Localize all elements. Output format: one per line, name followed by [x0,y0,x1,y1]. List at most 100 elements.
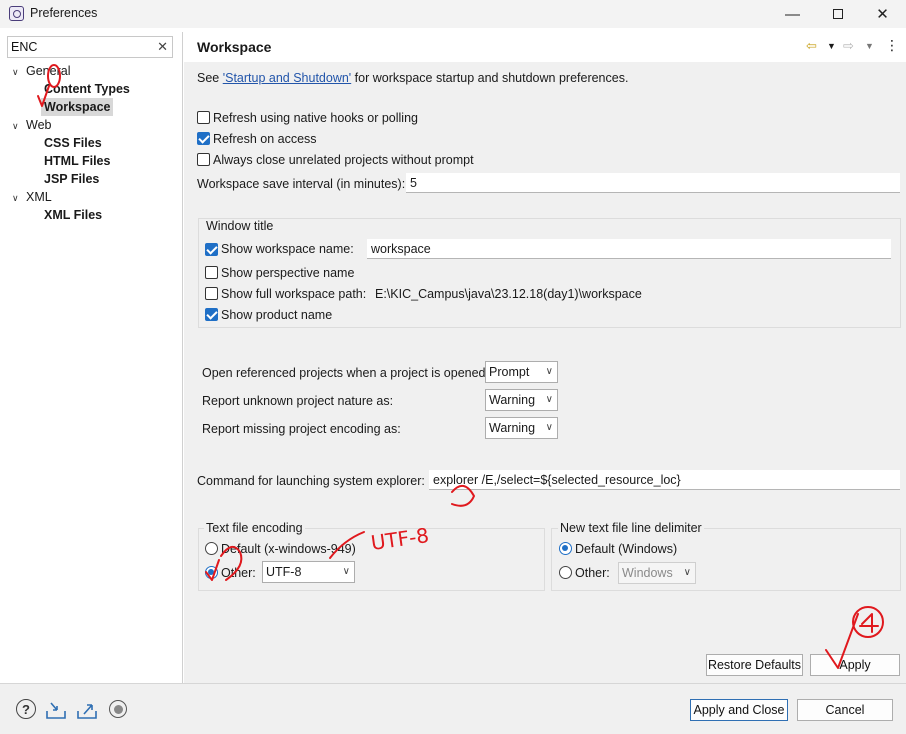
startup-shutdown-link[interactable]: 'Startup and Shutdown' [223,71,351,85]
restore-defaults-button[interactable]: Restore Defaults [706,654,803,676]
export-icon[interactable] [76,700,98,722]
explorer-command-label: Command for launching system explorer: [197,474,425,488]
record-icon[interactable] [109,700,127,718]
tree-item-label: XML [26,190,52,204]
tree-item-label: XML Files [44,208,103,222]
filter-field[interactable]: ✕ [7,36,173,58]
show-full-path-checkbox[interactable] [205,287,218,300]
encoding-default-radio[interactable] [205,542,218,555]
line-delimiter-group-label: New text file line delimiter [558,521,704,535]
show-full-path-label: Show full workspace path: [221,287,367,301]
chevron-down-icon[interactable]: ∨ [12,189,22,207]
apply-button[interactable]: Apply [810,654,900,676]
back-arrow-icon[interactable]: ⇦ [806,38,817,54]
tree-item-general[interactable]: ∨ General [12,62,70,80]
encoding-other-label: Other: [221,566,256,580]
delimiter-default-radio[interactable] [559,542,572,555]
refresh-native-checkbox[interactable] [197,111,210,124]
minimize-icon: — [785,5,800,23]
export-glyph [77,704,97,719]
save-interval-field[interactable]: 5 [406,173,900,193]
maximize-button[interactable] [815,0,860,28]
window-title: Preferences [30,6,98,20]
maximize-icon [832,9,843,19]
tree-item-html-files[interactable]: HTML Files [44,152,110,170]
preference-tree-pane: ✕ ∨General Content Types Workspace ∨Web … [0,32,183,683]
unknown-nature-select[interactable]: Warning ∨ [485,389,558,411]
intro-suffix: for workspace startup and shutdown prefe… [351,71,629,85]
filter-input[interactable] [11,39,151,55]
preference-page: Workspace ⇦ ▼ ⇨ ▼ ⋮ See 'Startup and Shu… [184,32,906,683]
tree-item-label: Web [26,118,52,132]
missing-encoding-value: Warning [489,421,536,435]
show-product-name-checkbox[interactable] [205,308,218,321]
apply-and-close-button[interactable]: Apply and Close [690,699,788,721]
tree-item-label: General [26,64,71,78]
back-dropdown-icon[interactable]: ▼ [827,41,836,51]
missing-encoding-label: Report missing project encoding as: [202,422,401,436]
more-options-icon[interactable]: ⋮ [885,37,899,54]
page-title: Workspace [197,39,272,55]
encoding-default-label: Default (x-windows-949) [221,542,356,556]
always-close-checkbox[interactable] [197,153,210,166]
title-bar: Preferences — ✕ [0,0,906,28]
tree-item-web[interactable]: ∨ Web [12,116,51,134]
close-icon: ✕ [876,6,889,23]
cancel-button[interactable]: Cancel [797,699,893,721]
refresh-access-checkbox[interactable] [197,132,210,145]
refresh-access-label: Refresh on access [213,132,317,146]
show-perspective-checkbox[interactable] [205,266,218,279]
delimiter-other-value: Windows [622,566,673,580]
tree-item-jsp-files[interactable]: JSP Files [44,170,99,188]
missing-encoding-select[interactable]: Warning ∨ [485,417,558,439]
unknown-nature-value: Warning [489,393,536,407]
page-header: Workspace ⇦ ▼ ⇨ ▼ ⋮ [184,32,906,62]
help-icon[interactable]: ? [16,699,36,719]
chevron-down-icon: ∨ [683,567,691,578]
tree-item-xml[interactable]: ∨ XML [12,188,52,206]
show-product-name-label: Show product name [221,308,333,322]
full-path-value: E:\KIC_Campus\java\23.12.18(day1)\worksp… [375,287,642,301]
workspace-name-field[interactable]: workspace [367,239,891,259]
minimize-button[interactable]: — [770,0,815,28]
delimiter-other-radio[interactable] [559,566,572,579]
import-icon[interactable] [45,700,67,722]
open-referenced-label: Open referenced projects when a project … [202,366,489,380]
forward-dropdown-icon[interactable]: ▼ [865,41,874,51]
explorer-command-field[interactable]: explorer /E,/select=${selected_resource_… [429,470,900,490]
chevron-down-icon[interactable]: ∨ [12,117,22,135]
chevron-down-icon: ∨ [545,394,553,405]
always-close-label: Always close unrelated projects without … [213,153,474,167]
refresh-native-label: Refresh using native hooks or polling [213,111,418,125]
delimiter-other-select[interactable]: Windows ∨ [618,562,696,584]
clear-filter-icon[interactable]: ✕ [157,39,168,55]
save-interval-label: Workspace save interval (in minutes): [197,177,406,191]
text-encoding-group-label: Text file encoding [204,521,305,535]
window-title-group-label: Window title [204,219,276,233]
delimiter-default-label: Default (Windows) [575,542,678,556]
show-perspective-label: Show perspective name [221,266,355,280]
forward-arrow-icon[interactable]: ⇨ [843,38,854,54]
show-workspace-name-checkbox[interactable] [205,243,218,256]
open-referenced-value: Prompt [489,365,530,379]
dialog-button-bar: ? Apply and Close Cancel [0,684,906,734]
encoding-other-value: UTF-8 [266,565,302,579]
tree-item-css-files[interactable]: CSS Files [44,134,102,152]
chevron-down-icon[interactable]: ∨ [12,63,22,81]
tree-item-xml-files[interactable]: XML Files [44,206,102,224]
chevron-down-icon: ∨ [545,366,553,377]
encoding-other-radio[interactable] [205,566,218,579]
text-encoding-group [198,528,545,591]
chevron-down-icon: ∨ [545,422,553,433]
chevron-down-icon: ∨ [342,566,350,577]
encoding-other-select[interactable]: UTF-8 ∨ [262,561,355,583]
tree-item-workspace[interactable]: Workspace [41,98,114,116]
open-referenced-select[interactable]: Prompt ∨ [485,361,558,383]
close-button[interactable]: ✕ [860,0,905,28]
unknown-nature-label: Report unknown project nature as: [202,394,394,408]
tree-item-content-types[interactable]: Content Types [44,80,130,98]
import-glyph [46,702,66,719]
delimiter-other-label: Other: [575,566,610,580]
tree-item-label: Content Types [44,82,130,96]
tree-item-label: JSP Files [44,172,100,186]
